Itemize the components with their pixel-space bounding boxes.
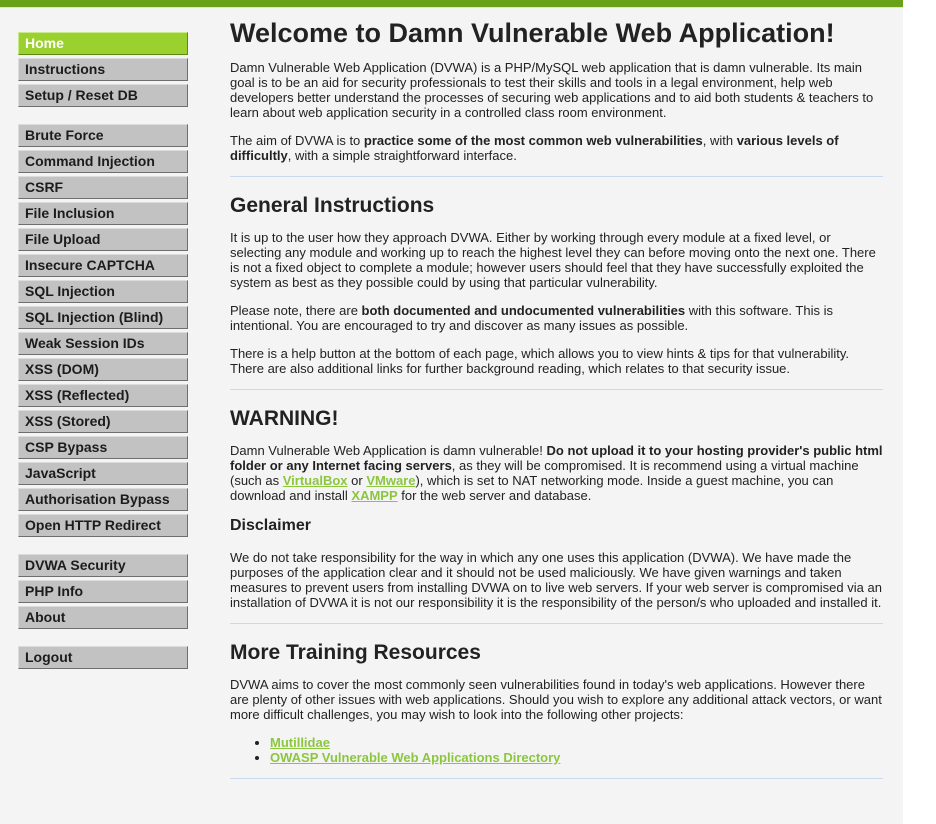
menu-item-open-http-redirect[interactable]: Open HTTP Redirect bbox=[18, 514, 188, 537]
resources-list: Mutillidae OWASP Vulnerable Web Applicat… bbox=[230, 735, 883, 765]
menu-item-command-injection[interactable]: Command Injection bbox=[18, 150, 188, 173]
menu-item-xss-dom[interactable]: XSS (DOM) bbox=[18, 358, 188, 381]
menu-item-php-info[interactable]: PHP Info bbox=[18, 580, 188, 603]
menu-item-home[interactable]: Home bbox=[18, 32, 188, 55]
intro-paragraph: Damn Vulnerable Web Application (DVWA) i… bbox=[230, 60, 874, 120]
warning-heading: WARNING! bbox=[230, 407, 339, 430]
page-gutter bbox=[903, 0, 936, 824]
menu-item-csp-bypass[interactable]: CSP Bypass bbox=[18, 436, 188, 459]
general-paragraph-3: There is a help button at the bottom of … bbox=[230, 346, 850, 376]
sidebar-menu: Home Instructions Setup / Reset DB Brute… bbox=[18, 32, 188, 672]
mutillidae-link[interactable]: Mutillidae bbox=[270, 735, 330, 750]
aim-paragraph: The aim of DVWA is to practice some of t… bbox=[230, 133, 883, 163]
menu-item-xss-stored[interactable]: XSS (Stored) bbox=[18, 410, 188, 433]
divider bbox=[230, 778, 883, 779]
general-instructions-heading: General Instructions bbox=[230, 194, 435, 217]
warning-text-5: for the web server and database. bbox=[397, 488, 592, 503]
warning-text-1: Damn Vulnerable Web Application is damn … bbox=[230, 443, 547, 458]
divider bbox=[230, 623, 883, 624]
owasp-directory-link[interactable]: OWASP Vulnerable Web Applications Direct… bbox=[270, 750, 560, 765]
menu-group-config: DVWA Security PHP Info About bbox=[18, 554, 188, 629]
list-item: Mutillidae bbox=[270, 735, 883, 750]
aim-text-3: , with a simple straightforward interfac… bbox=[287, 148, 517, 163]
menu-item-weak-session-ids[interactable]: Weak Session IDs bbox=[18, 332, 188, 355]
page: Home Instructions Setup / Reset DB Brute… bbox=[0, 0, 903, 824]
menu-item-javascript[interactable]: JavaScript bbox=[18, 462, 188, 485]
divider bbox=[230, 176, 883, 177]
menu-item-sql-injection[interactable]: SQL Injection bbox=[18, 280, 188, 303]
aim-text-2: , with bbox=[702, 133, 737, 148]
header-bar bbox=[0, 0, 903, 8]
vmware-link[interactable]: VMware bbox=[366, 473, 415, 488]
divider bbox=[230, 389, 883, 390]
warning-text-3: or bbox=[347, 473, 367, 488]
general-p2-text-1: Please note, there are bbox=[230, 303, 362, 318]
xampp-link[interactable]: XAMPP bbox=[351, 488, 397, 503]
general-p2-bold: both documented and undocumented vulnera… bbox=[361, 303, 686, 318]
menu-item-setup[interactable]: Setup / Reset DB bbox=[18, 84, 188, 107]
aim-bold-1: practice some of the most common web vul… bbox=[363, 133, 703, 148]
menu-item-sql-injection-blind[interactable]: SQL Injection (Blind) bbox=[18, 306, 188, 329]
menu-item-xss-reflected[interactable]: XSS (Reflected) bbox=[18, 384, 188, 407]
menu-item-insecure-captcha[interactable]: Insecure CAPTCHA bbox=[18, 254, 188, 277]
menu-item-brute-force[interactable]: Brute Force bbox=[18, 124, 188, 147]
menu-item-about[interactable]: About bbox=[18, 606, 188, 629]
warning-paragraph: Damn Vulnerable Web Application is damn … bbox=[230, 443, 883, 503]
menu-item-instructions[interactable]: Instructions bbox=[18, 58, 188, 81]
general-paragraph-2: Please note, there are both documented a… bbox=[230, 303, 883, 333]
menu-group-session: Logout bbox=[18, 646, 188, 669]
resources-paragraph: DVWA aims to cover the most commonly see… bbox=[230, 677, 882, 722]
menu-item-file-upload[interactable]: File Upload bbox=[18, 228, 188, 251]
aim-text-1: The aim of DVWA is to bbox=[230, 133, 364, 148]
page-title: Welcome to Damn Vulnerable Web Applicati… bbox=[230, 18, 835, 48]
menu-item-authorisation-bypass[interactable]: Authorisation Bypass bbox=[18, 488, 188, 511]
menu-item-csrf[interactable]: CSRF bbox=[18, 176, 188, 199]
general-paragraph-1: It is up to the user how they approach D… bbox=[230, 230, 876, 290]
list-item: OWASP Vulnerable Web Applications Direct… bbox=[270, 750, 883, 765]
virtualbox-link[interactable]: VirtualBox bbox=[283, 473, 348, 488]
resources-heading: More Training Resources bbox=[230, 641, 481, 664]
main-content: Welcome to Damn Vulnerable Web Applicati… bbox=[230, 16, 883, 795]
menu-group-vulnerabilities: Brute Force Command Injection CSRF File … bbox=[18, 124, 188, 537]
menu-group-main: Home Instructions Setup / Reset DB bbox=[18, 32, 188, 107]
menu-item-file-inclusion[interactable]: File Inclusion bbox=[18, 202, 188, 225]
menu-item-logout[interactable]: Logout bbox=[18, 646, 188, 669]
disclaimer-paragraph: We do not take responsibility for the wa… bbox=[230, 550, 882, 610]
disclaimer-heading: Disclaimer bbox=[230, 517, 311, 534]
menu-item-dvwa-security[interactable]: DVWA Security bbox=[18, 554, 188, 577]
